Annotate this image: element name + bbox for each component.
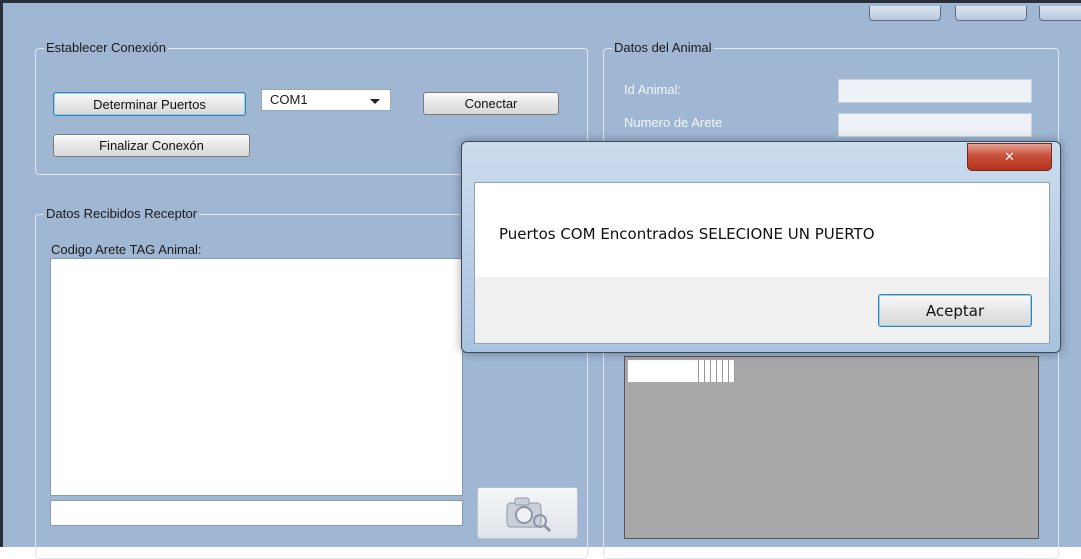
animal-group-title: Datos del Animal <box>612 40 714 56</box>
dialog-message-area: Puertos COM Encontrados SELECIONE UN PUE… <box>475 183 1049 277</box>
data-grid[interactable] <box>624 356 1039 539</box>
ok-button[interactable]: Aceptar <box>878 294 1032 327</box>
dialog-body: Puertos COM Encontrados SELECIONE UN PUE… <box>474 182 1050 344</box>
message-dialog: ✕ Puertos COM Encontrados SELECIONE UN P… <box>461 141 1061 353</box>
dialog-message: Puertos COM Encontrados SELECIONE UN PUE… <box>499 225 875 243</box>
tag-label: Codigo Arete TAG Animal: <box>51 242 202 257</box>
chevron-down-icon <box>370 99 380 104</box>
window-button-minimize[interactable] <box>869 6 941 21</box>
window-button-maximize[interactable] <box>955 6 1027 21</box>
detect-ports-button[interactable]: Determinar Puertos <box>53 92 246 116</box>
end-connection-button[interactable]: Finalizar Conexón <box>53 134 250 157</box>
photo-button[interactable] <box>477 487 578 539</box>
animal-id-label: Id Animal: <box>624 82 682 97</box>
tag-number-label: Numero de Arete <box>624 115 723 130</box>
window-button-close[interactable] <box>1039 6 1081 21</box>
tag-number-field[interactable] <box>838 113 1032 137</box>
received-data-list[interactable] <box>50 258 463 496</box>
camera-icon <box>506 497 551 533</box>
grid-header-cell[interactable] <box>628 360 699 382</box>
connection-group-title: Establecer Conexión <box>44 40 168 56</box>
tag-input[interactable] <box>50 500 463 526</box>
dialog-close-button[interactable]: ✕ <box>967 143 1052 171</box>
port-select-value: COM1 <box>270 92 308 107</box>
grid-header-cell[interactable] <box>699 360 735 382</box>
connect-button[interactable]: Conectar <box>423 92 559 115</box>
port-select[interactable]: COM1 <box>261 89 391 111</box>
receiver-group-title: Datos Recibidos Receptor <box>44 206 200 222</box>
main-window: Establecer Conexión Determinar Puertos C… <box>0 0 1081 559</box>
close-icon: ✕ <box>1004 149 1015 165</box>
animal-id-field[interactable] <box>838 79 1032 103</box>
